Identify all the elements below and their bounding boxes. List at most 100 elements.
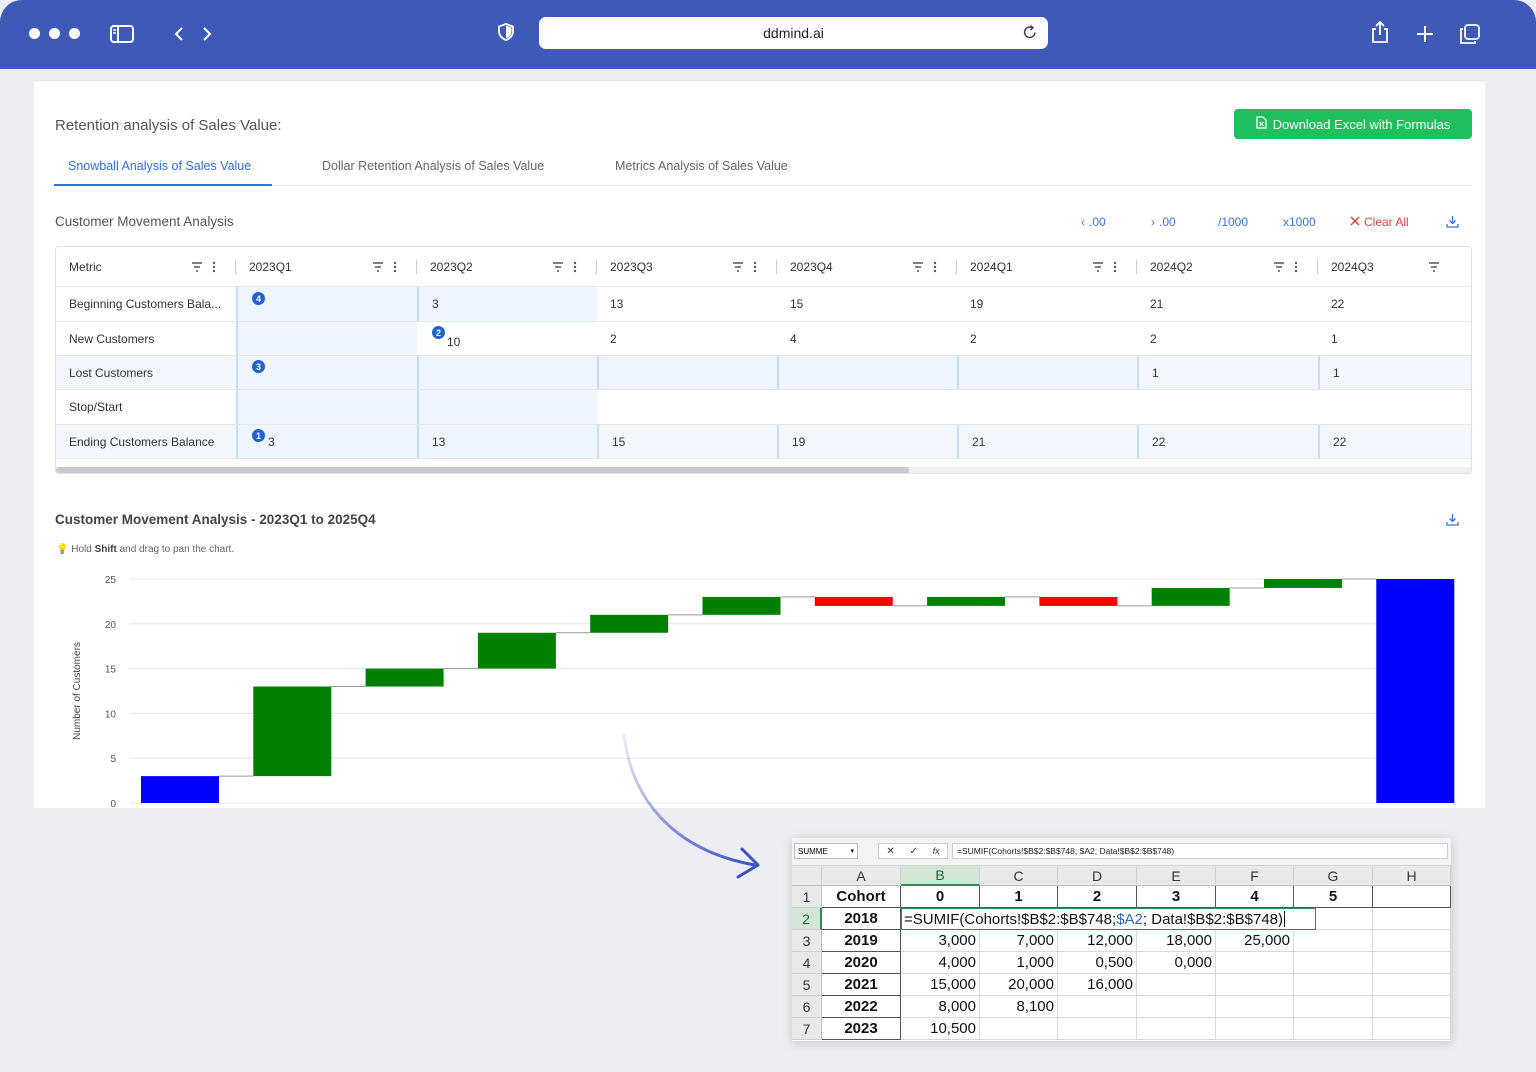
spreadsheet-cell[interactable]	[1373, 930, 1451, 952]
table-cell[interactable]: 4	[777, 322, 957, 355]
table-cell[interactable]	[236, 356, 417, 389]
spreadsheet-cell[interactable]: 2	[1058, 886, 1137, 908]
window-controls[interactable]	[29, 28, 80, 39]
table-cell[interactable]	[777, 390, 957, 424]
column-letter[interactable]: F	[1216, 866, 1294, 886]
spreadsheet-cell[interactable]: 25,000	[1216, 930, 1294, 952]
spreadsheet-cell[interactable]: 8,100	[980, 996, 1058, 1018]
spreadsheet-cell[interactable]: 12,000	[1058, 930, 1137, 952]
spreadsheet-cell[interactable]	[1373, 974, 1451, 996]
spreadsheet-cell[interactable]: 2021	[822, 974, 901, 996]
column-letter[interactable]: E	[1137, 866, 1216, 886]
spreadsheet-cell[interactable]	[1294, 1018, 1373, 1040]
spreadsheet-cell[interactable]	[1294, 930, 1373, 952]
download-chart-button[interactable]	[1446, 513, 1459, 529]
spreadsheet-cell[interactable]	[1216, 1018, 1294, 1040]
reload-icon[interactable]	[1022, 23, 1038, 44]
more-vertical-icon[interactable]	[1294, 260, 1298, 278]
tab-snowball-analysis[interactable]: Snowball Analysis of Sales Value	[68, 159, 251, 173]
waterfall-bar[interactable]	[477, 632, 556, 669]
table-cell[interactable]	[236, 287, 417, 321]
column-letter[interactable]: G	[1294, 866, 1373, 886]
table-cell[interactable]	[236, 390, 417, 424]
table-cell[interactable]	[417, 356, 597, 389]
row-number[interactable]: 4	[792, 952, 822, 974]
spreadsheet-cell[interactable]	[1058, 1018, 1137, 1040]
tab-metrics-analysis[interactable]: Metrics Analysis of Sales Value	[615, 159, 788, 173]
waterfall-bar[interactable]	[702, 596, 781, 615]
spreadsheet-cell[interactable]: 2023	[822, 1018, 901, 1040]
more-vertical-icon[interactable]	[753, 260, 757, 278]
spreadsheet-cell[interactable]	[1137, 1018, 1216, 1040]
filter-icon[interactable]	[1428, 260, 1440, 278]
spreadsheet-cell[interactable]: 3,000	[901, 930, 980, 952]
more-vertical-icon[interactable]	[573, 260, 577, 278]
spreadsheet-cell[interactable]: 2019	[822, 930, 901, 952]
more-vertical-icon[interactable]	[393, 260, 397, 278]
spreadsheet-cell[interactable]: 18,000	[1137, 930, 1216, 952]
spreadsheet-cell[interactable]: 20,000	[980, 974, 1058, 996]
row-number[interactable]: 7	[792, 1018, 822, 1040]
column-letter[interactable]: A	[822, 866, 901, 886]
increase-decimals-button[interactable]: › .00	[1151, 215, 1176, 229]
table-cell[interactable]	[1137, 390, 1318, 424]
column-letter[interactable]: D	[1058, 866, 1137, 886]
row-number[interactable]: 3	[792, 930, 822, 952]
column-letter[interactable]: B	[901, 866, 980, 886]
row-number[interactable]: 2	[792, 908, 822, 930]
table-cell[interactable]: 22	[1318, 425, 1471, 458]
cancel-formula-icon[interactable]: ✕	[886, 846, 894, 857]
filter-icon[interactable]	[912, 260, 924, 278]
column-letter[interactable]: C	[980, 866, 1058, 886]
more-vertical-icon[interactable]	[1113, 260, 1117, 278]
sidebar-toggle-icon[interactable]	[109, 22, 135, 46]
spreadsheet-cell[interactable]: 2022	[822, 996, 901, 1018]
table-cell[interactable]: 21	[1137, 287, 1318, 321]
table-cell[interactable]: 19	[957, 287, 1137, 321]
spreadsheet-cell[interactable]	[1373, 1018, 1451, 1040]
table-cell[interactable]: 1	[1318, 322, 1471, 355]
spreadsheet-cell[interactable]	[1137, 974, 1216, 996]
back-icon[interactable]	[166, 22, 192, 46]
waterfall-bar[interactable]	[1039, 596, 1118, 606]
new-tab-icon[interactable]	[1412, 22, 1438, 46]
spreadsheet-cell[interactable]: 2018	[822, 908, 901, 930]
name-box[interactable]: SUMME ▾	[794, 843, 858, 859]
table-cell[interactable]	[417, 390, 597, 424]
table-cell[interactable]	[1318, 390, 1471, 424]
spreadsheet-cell[interactable]: 4,000	[901, 952, 980, 974]
confirm-formula-icon[interactable]: ✓	[909, 846, 917, 857]
table-cell[interactable]: 2	[1137, 322, 1318, 355]
filter-icon[interactable]	[552, 260, 564, 278]
active-formula-cell[interactable]: =SUMIF(Cohorts!$B$2:$B$748; $A2; Data!$B…	[901, 908, 1316, 930]
waterfall-bar[interactable]	[253, 686, 332, 777]
share-icon[interactable]	[1367, 20, 1393, 44]
table-cell[interactable]: 22	[1137, 425, 1318, 458]
spreadsheet-cell[interactable]	[1058, 996, 1137, 1018]
spreadsheet-cell[interactable]: 0	[901, 886, 980, 908]
spreadsheet-cell[interactable]: 3	[1137, 886, 1216, 908]
spreadsheet-cell[interactable]	[1294, 996, 1373, 1018]
spreadsheet-cell[interactable]: 15,000	[901, 974, 980, 996]
table-cell[interactable]: 13	[417, 425, 597, 458]
filter-icon[interactable]	[1273, 260, 1285, 278]
table-cell[interactable]: 1	[1137, 356, 1318, 389]
table-cell[interactable]: 3	[417, 287, 597, 321]
row-number[interactable]: 5	[792, 974, 822, 996]
waterfall-bar[interactable]	[1151, 587, 1230, 606]
spreadsheet-cell[interactable]: Cohort	[822, 886, 901, 908]
spreadsheet-cell[interactable]: 2020	[822, 952, 901, 974]
clear-all-button[interactable]: Clear All	[1350, 215, 1409, 229]
spreadsheet-cell[interactable]: 1	[980, 886, 1058, 908]
table-cell[interactable]: 3	[236, 425, 417, 458]
filter-icon[interactable]	[372, 260, 384, 278]
spreadsheet-cell[interactable]	[980, 1018, 1058, 1040]
waterfall-bar[interactable]	[1263, 579, 1342, 588]
table-cell[interactable]: 22	[1318, 287, 1471, 321]
spreadsheet-cell[interactable]	[1216, 996, 1294, 1018]
table-cell[interactable]: 21	[957, 425, 1137, 458]
multiply-1000-button[interactable]: x1000	[1283, 215, 1316, 229]
spreadsheet-cell[interactable]: 16,000	[1058, 974, 1137, 996]
table-cell[interactable]: 15	[777, 287, 957, 321]
column-header[interactable]: 2024Q3	[1318, 247, 1471, 287]
